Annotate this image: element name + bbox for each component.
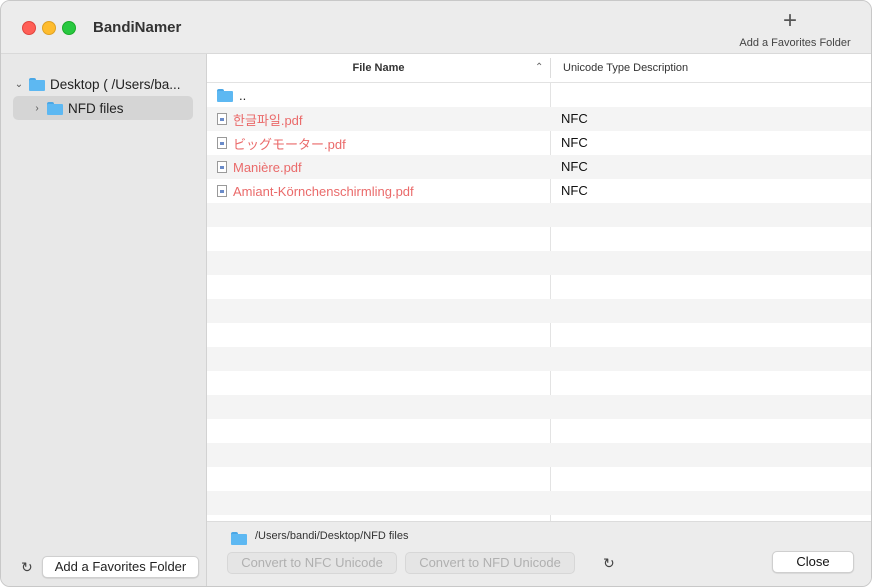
title-bar: BandiNamer + Add a Favorites Folder	[1, 1, 871, 54]
plus-icon: +	[783, 7, 798, 34]
close-window-button[interactable]	[22, 21, 36, 35]
app-window: BandiNamer + Add a Favorites Folder ⌄ De…	[0, 0, 872, 587]
empty-row	[207, 275, 871, 299]
file-name: Manière.pdf	[233, 159, 302, 175]
empty-row	[207, 491, 871, 515]
sidebar-item-label: NFD files	[68, 100, 124, 116]
unicode-type: NFC	[561, 135, 588, 150]
empty-row	[207, 347, 871, 371]
sort-ascending-icon: ⌃	[535, 62, 544, 73]
table-row[interactable]: ビッグモーター.pdf NFC	[207, 131, 871, 155]
folder-icon	[231, 532, 247, 545]
refresh-icon[interactable]: ↻	[21, 559, 33, 576]
empty-row	[207, 419, 871, 443]
empty-row	[207, 443, 871, 467]
column-divider[interactable]	[550, 58, 551, 78]
table-row[interactable]: 한글파일.pdf NFC	[207, 107, 871, 131]
table-body: .. 한글파일.pdf NFC ビッグモーター.pdf NFC Manière.…	[207, 83, 871, 521]
file-name: ..	[239, 87, 247, 103]
empty-row	[207, 251, 871, 275]
empty-row	[207, 227, 871, 251]
sidebar-item-label: Desktop ( /Users/ba...	[50, 76, 181, 92]
minimize-window-button[interactable]	[42, 21, 56, 35]
file-list: File Name ⌃ Unicode Type Description .. …	[207, 54, 871, 521]
empty-row	[207, 395, 871, 419]
chevron-down-icon[interactable]: ⌄	[13, 79, 25, 90]
empty-row	[207, 299, 871, 323]
app-title: BandiNamer	[93, 19, 182, 36]
folder-icon	[29, 78, 45, 91]
current-path: /Users/bandi/Desktop/NFD files	[255, 530, 409, 542]
bottom-bar: /Users/bandi/Desktop/NFD files Convert t…	[207, 521, 871, 586]
empty-row	[207, 371, 871, 395]
empty-row	[207, 467, 871, 491]
close-button[interactable]: Close	[772, 551, 854, 573]
folder-icon	[47, 102, 63, 115]
file-name: 한글파일.pdf	[233, 112, 303, 128]
convert-to-nfd-button[interactable]: Convert to NFD Unicode	[405, 552, 575, 574]
unicode-type: NFC	[561, 183, 588, 198]
refresh-icon[interactable]: ↻	[603, 555, 615, 572]
pdf-file-icon	[217, 161, 227, 173]
empty-row	[207, 323, 871, 347]
table-row[interactable]: Manière.pdf NFC	[207, 155, 871, 179]
column-header-unicode-type[interactable]: Unicode Type Description	[563, 54, 688, 82]
add-favorites-toolbar-label: Add a Favorites Folder	[739, 37, 851, 49]
add-favorites-toolbar-button[interactable]: + Add a Favorites Folder	[733, 7, 857, 51]
pdf-file-icon	[217, 185, 227, 197]
convert-to-nfc-button[interactable]: Convert to NFC Unicode	[227, 552, 397, 574]
sidebar-item-nfd-files[interactable]: › NFD files	[13, 96, 193, 120]
file-name: ビッグモーター.pdf	[233, 136, 346, 152]
pdf-file-icon	[217, 113, 227, 125]
pdf-file-icon	[217, 137, 227, 149]
table-header: File Name ⌃ Unicode Type Description	[207, 54, 871, 83]
table-row[interactable]: ..	[207, 83, 871, 107]
zoom-window-button[interactable]	[62, 21, 76, 35]
empty-row	[207, 203, 871, 227]
unicode-type: NFC	[561, 159, 588, 174]
file-name: Amiant-Körnchenschirmling.pdf	[233, 183, 414, 199]
add-favorites-folder-button[interactable]: Add a Favorites Folder	[42, 556, 199, 578]
sidebar-item-desktop[interactable]: ⌄ Desktop ( /Users/ba...	[13, 72, 193, 96]
chevron-right-icon[interactable]: ›	[31, 103, 43, 114]
sidebar: ⌄ Desktop ( /Users/ba... › NFD files ↻ A…	[1, 54, 207, 586]
column-header-file-name[interactable]: File Name	[207, 54, 550, 82]
table-row[interactable]: Amiant-Körnchenschirmling.pdf NFC	[207, 179, 871, 203]
unicode-type: NFC	[561, 111, 588, 126]
folder-icon	[217, 89, 233, 102]
